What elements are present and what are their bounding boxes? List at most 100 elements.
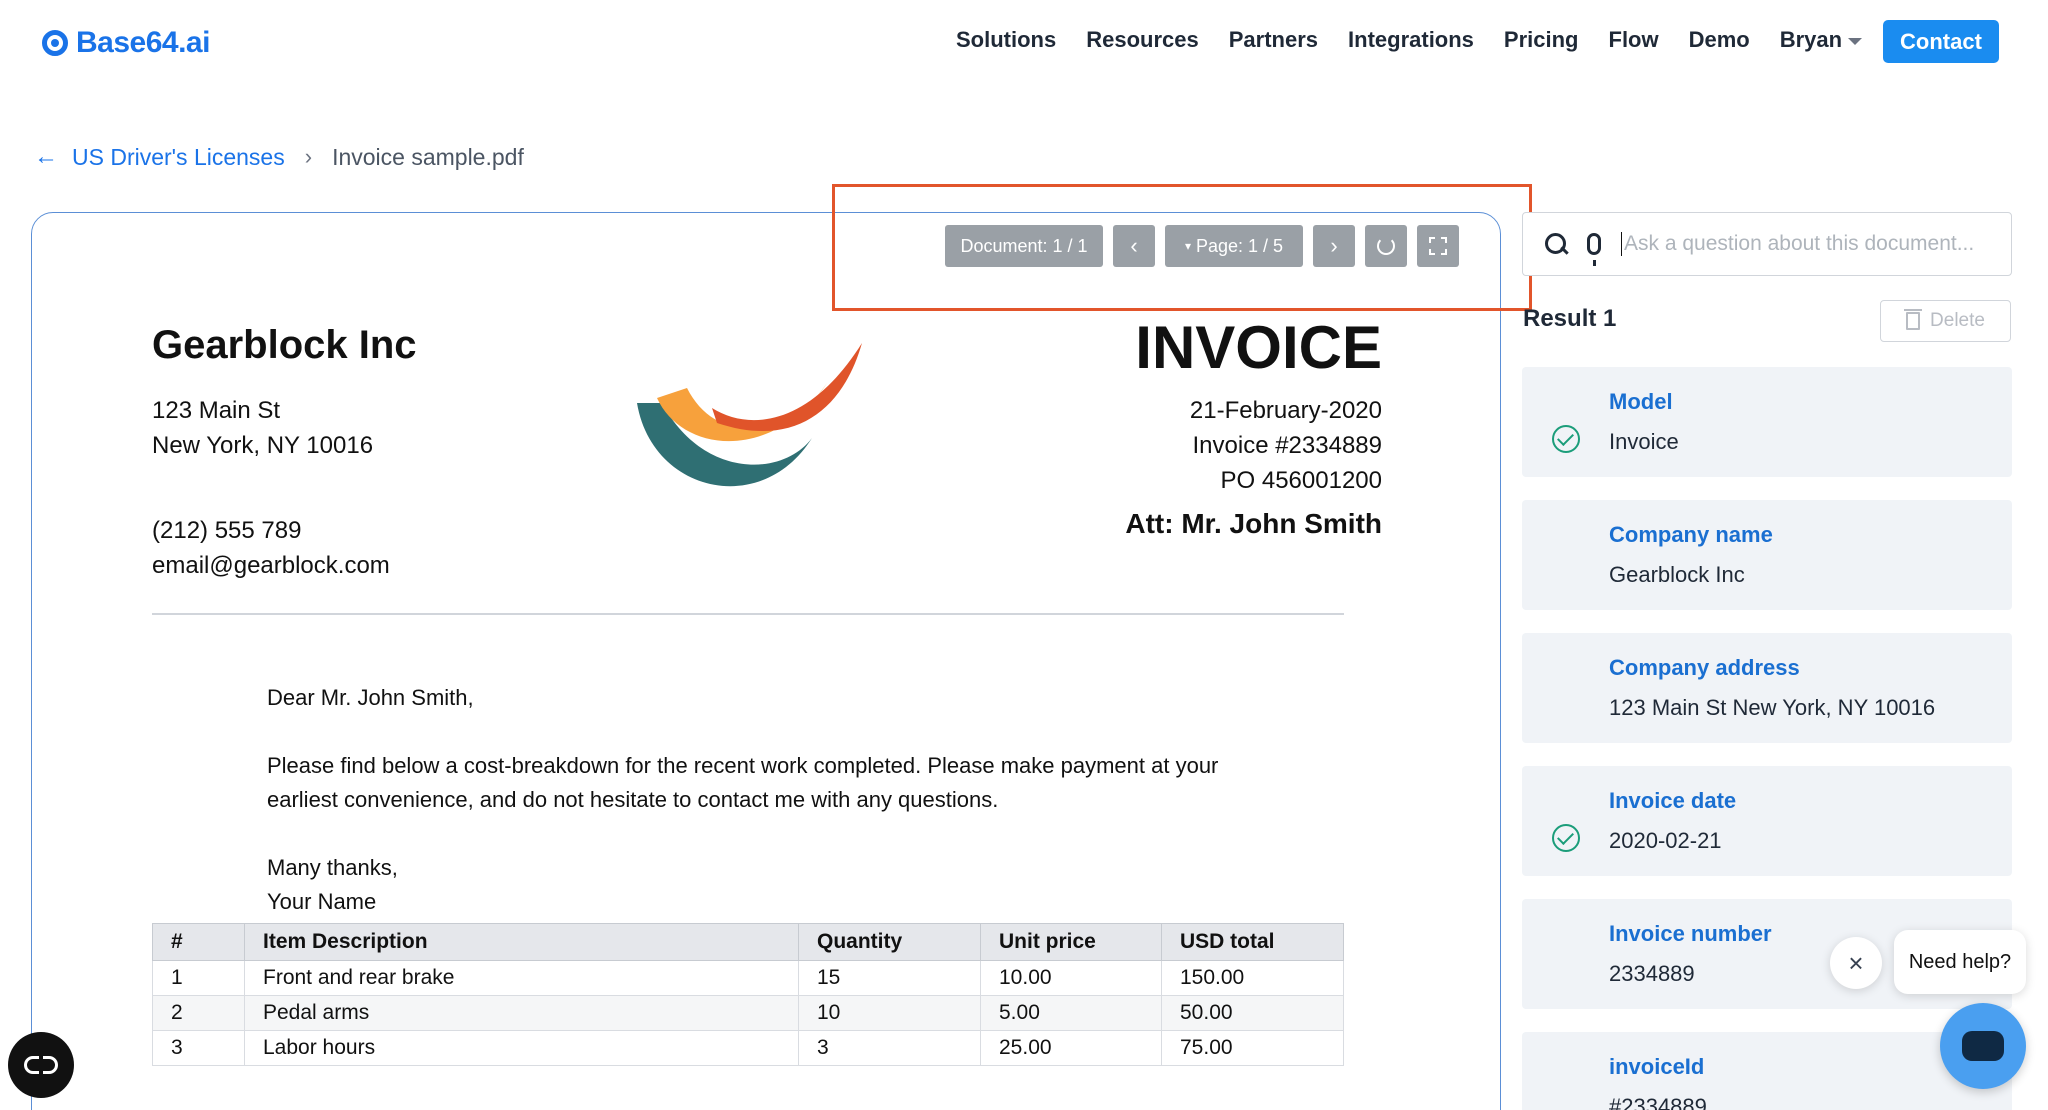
breadcrumb-current: Invoice sample.pdf — [332, 143, 524, 170]
invoice-phone: (212) 555 789 — [152, 517, 302, 544]
main-menu: Solutions Resources Partners Integration… — [956, 27, 1863, 53]
divider — [152, 613, 1344, 615]
field-card-company-address[interactable]: Company address 123 Main St New York, NY… — [1522, 633, 2012, 743]
field-value: 123 Main St New York, NY 10016 — [1609, 695, 1936, 720]
menu-partners[interactable]: Partners — [1229, 27, 1318, 53]
logo-icon — [42, 30, 68, 56]
field-value: 2334889 — [1609, 961, 1695, 986]
invoice-company: Gearblock Inc — [152, 323, 417, 367]
table-header-row: # Item Description Quantity Unit price U… — [152, 923, 1344, 961]
top-nav: Base64.ai Solutions Resources Partners I… — [0, 0, 2048, 84]
table-cell: 50.00 — [1161, 995, 1344, 1031]
menu-integrations[interactable]: Integrations — [1348, 27, 1474, 53]
annotation-highlight-box — [832, 184, 1532, 311]
table-cell: Pedal arms — [244, 995, 799, 1031]
delete-button[interactable]: Delete — [1880, 300, 2011, 342]
table-row: 1 Front and rear brake 15 10.00 150.00 — [152, 960, 1344, 996]
contact-button[interactable]: Contact — [1883, 20, 1999, 63]
search-icon[interactable] — [1545, 233, 1567, 255]
question-search-bar — [1522, 212, 2012, 276]
invoice-po: PO 456001200 — [1220, 467, 1382, 494]
trash-icon — [1904, 309, 1923, 330]
invoice-title: INVOICE — [1135, 314, 1382, 381]
table-cell: Labor hours — [244, 1030, 799, 1066]
invoice-address: 123 Main St New York, NY 10016 — [152, 393, 373, 463]
menu-flow[interactable]: Flow — [1609, 27, 1659, 53]
close-help-button[interactable]: × — [1830, 937, 1882, 989]
company-logo — [637, 343, 862, 487]
field-value: Invoice — [1609, 429, 1679, 454]
invoice-letter: Dear Mr. John Smith, Please find below a… — [267, 681, 1267, 919]
table-cell: 150.00 — [1161, 960, 1344, 996]
invoice-email: email@gearblock.com — [152, 552, 390, 579]
field-label: Company name — [1609, 522, 1773, 547]
letter-body: Please find below a cost-breakdown for t… — [267, 753, 1219, 812]
invoice-address-line2: New York, NY 10016 — [152, 432, 374, 459]
breadcrumb-parent-link[interactable]: US Driver's Licenses — [72, 144, 285, 171]
accessibility-toggle-icon — [24, 1056, 58, 1074]
table-cell: 5.00 — [980, 995, 1162, 1031]
invoice-number: Invoice #2334889 — [1192, 432, 1383, 459]
check-circle-icon — [1552, 824, 1580, 852]
menu-demo[interactable]: Demo — [1689, 27, 1750, 53]
invoice-items-table: # Item Description Quantity Unit price U… — [152, 923, 1344, 1066]
field-card-company-name[interactable]: Company name Gearblock Inc — [1522, 500, 2012, 610]
table-cell: 3 — [152, 1030, 245, 1066]
help-bubble[interactable]: Need help? — [1894, 930, 2026, 994]
back-arrow-icon[interactable]: ← — [34, 143, 58, 171]
logo[interactable]: Base64.ai — [42, 26, 210, 60]
document-viewer: Document: 1 / 1 ‹ ▾ Page: 1 / 5 › Gearbl… — [31, 212, 1501, 1110]
table-header: Item Description — [244, 923, 799, 961]
table-cell: 15 — [798, 960, 981, 996]
letter-closing-1: Many thanks, — [267, 855, 398, 880]
table-header: Unit price — [980, 923, 1162, 961]
field-card-invoice-date[interactable]: Invoice date 2020-02-21 — [1522, 766, 2012, 876]
table-cell: Front and rear brake — [244, 960, 799, 996]
microphone-icon[interactable] — [1587, 233, 1601, 266]
field-label: invoiceId — [1609, 1054, 1705, 1079]
question-input[interactable] — [1621, 232, 2001, 256]
menu-pricing[interactable]: Pricing — [1504, 27, 1579, 53]
field-value: Gearblock Inc — [1609, 562, 1745, 587]
field-label: Company address — [1609, 655, 1800, 680]
table-cell: 2 — [152, 995, 245, 1031]
logo-text: Base64.ai — [76, 26, 210, 59]
invoice-meta: 21-February-2020 Invoice #2334889 PO 456… — [1190, 393, 1382, 498]
field-card-invoice-id[interactable]: invoiceId #2334889 — [1522, 1032, 2012, 1110]
accessibility-button[interactable] — [8, 1032, 74, 1098]
chat-button[interactable] — [1940, 1003, 2026, 1089]
close-icon: × — [1848, 947, 1864, 978]
table-header: Quantity — [798, 923, 981, 961]
table-header: # — [152, 923, 245, 961]
menu-resources[interactable]: Resources — [1086, 27, 1199, 53]
invoice-address-line1: 123 Main St — [152, 397, 281, 424]
invoice-attention: Att: Mr. John Smith — [1125, 508, 1382, 539]
table-cell: 10.00 — [980, 960, 1162, 996]
field-label: Invoice number — [1609, 921, 1772, 946]
field-value: #2334889 — [1609, 1094, 1707, 1110]
table-cell: 1 — [152, 960, 245, 996]
letter-closing-2: Your Name — [267, 889, 377, 914]
table-cell: 3 — [798, 1030, 981, 1066]
breadcrumb: ← US Driver's Licenses › Invoice sample.… — [34, 143, 524, 171]
field-value: 2020-02-21 — [1609, 828, 1722, 853]
table-row: 2 Pedal arms 10 5.00 50.00 — [152, 995, 1344, 1031]
table-cell: 75.00 — [1161, 1030, 1344, 1066]
table-cell: 10 — [798, 995, 981, 1031]
check-circle-icon — [1552, 425, 1580, 453]
user-name: Bryan — [1779, 27, 1843, 52]
letter-greeting: Dear Mr. John Smith, — [267, 685, 474, 710]
invoice-date: 21-February-2020 — [1189, 397, 1382, 424]
delete-label: Delete — [1930, 310, 1985, 331]
table-row: 3 Labor hours 3 25.00 75.00 — [152, 1030, 1344, 1066]
chat-icon — [1962, 1031, 2004, 1061]
chevron-down-icon — [1848, 37, 1863, 45]
user-menu[interactable]: Bryan — [1779, 27, 1863, 53]
menu-solutions[interactable]: Solutions — [956, 27, 1056, 53]
field-label: Model — [1609, 389, 1673, 414]
table-header: USD total — [1161, 923, 1344, 961]
invoice-contact: (212) 555 789 email@gearblock.com — [152, 513, 390, 583]
field-card-model[interactable]: Model Invoice — [1522, 367, 2012, 477]
field-label: Invoice date — [1609, 788, 1737, 813]
chevron-right-icon: › — [304, 144, 313, 169]
